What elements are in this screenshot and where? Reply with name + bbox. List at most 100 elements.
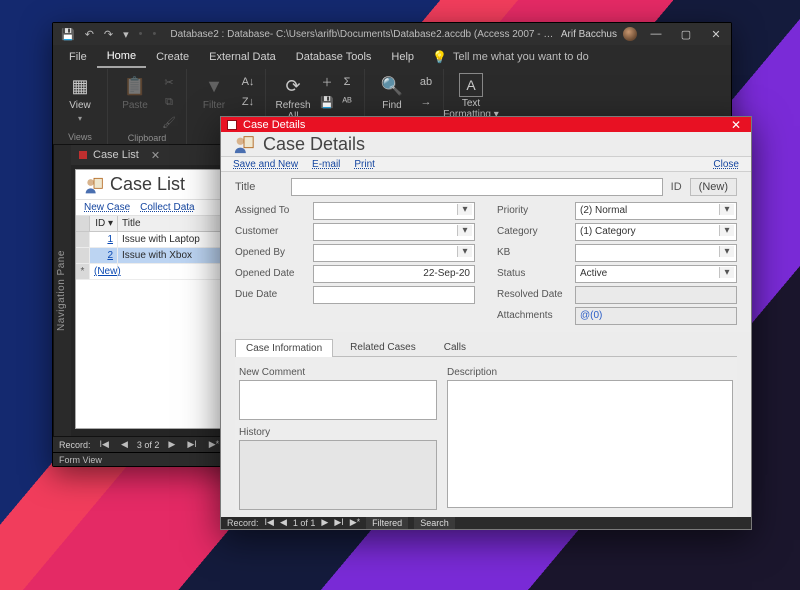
recnav-new-icon[interactable]: ▶*	[350, 517, 360, 528]
link-email[interactable]: E-mail	[312, 159, 340, 170]
table-row[interactable]: 1 Issue with Laptop	[76, 232, 229, 248]
case-details-icon	[233, 133, 255, 155]
link-collect-data[interactable]: Collect Data	[140, 202, 194, 213]
recnav-position: 3 of 2	[137, 440, 160, 450]
case-list-title: Case List	[110, 174, 185, 195]
label-customer: Customer	[235, 226, 313, 237]
recnav-position: 1 of 1	[293, 518, 316, 528]
left-column: Assigned To Customer Opened By Opened Da…	[235, 202, 475, 328]
redo-icon[interactable]: ↷	[104, 28, 113, 41]
maximize-button[interactable]: ▢	[671, 23, 701, 45]
link-close[interactable]: Close	[713, 159, 739, 170]
tab-database-tools[interactable]: Database Tools	[286, 47, 382, 67]
status-combo[interactable]: Active	[575, 265, 737, 283]
titlebar: 💾 ↶ ↷ ▾ • • Database2 : Database- C:\Use…	[53, 23, 731, 45]
details-record-navigator: Record: I◀ ◀ 1 of 1 ▶ ▶I ▶* Filtered Sea…	[221, 517, 751, 529]
label-due-date: Due Date	[235, 289, 313, 300]
link-print[interactable]: Print	[354, 159, 375, 170]
table-row[interactable]: 2 Issue with Xbox	[76, 248, 229, 264]
attachments-field[interactable]: @(0)	[575, 307, 737, 325]
tab-calls[interactable]: Calls	[433, 338, 477, 356]
new-record-icon[interactable]: ＋	[318, 73, 336, 91]
details-close-button[interactable]: ✕	[727, 118, 745, 132]
cut-icon[interactable]: ✂	[160, 73, 178, 91]
paste-button[interactable]: 📋 Paste	[116, 73, 154, 112]
details-titlebar[interactable]: Case Details ✕	[221, 117, 751, 132]
qat-more-icon[interactable]: ▾	[123, 28, 129, 41]
sort-desc-icon[interactable]: Z↓	[239, 93, 257, 111]
tab-home[interactable]: Home	[97, 46, 146, 68]
history-field[interactable]	[239, 440, 437, 510]
label-history: History	[239, 427, 437, 438]
new-comment-field[interactable]	[239, 380, 437, 420]
tell-me-search[interactable]: 💡 Tell me what you want to do	[432, 50, 589, 64]
save-icon[interactable]: 💾	[61, 28, 75, 41]
spelling-icon[interactable]: ᴬᴮ	[338, 93, 356, 111]
table-row-new[interactable]: * (New)	[76, 264, 229, 280]
link-new-case[interactable]: New Case	[84, 202, 130, 213]
col-title[interactable]: Title	[118, 216, 229, 231]
id-value: (New)	[690, 178, 737, 196]
sort-asc-icon[interactable]: A↓	[239, 73, 257, 91]
undo-icon[interactable]: ↶	[85, 28, 94, 41]
close-tab-icon[interactable]: ✕	[151, 149, 160, 162]
search-pill[interactable]: Search	[414, 517, 455, 529]
priority-combo[interactable]: (2) Normal	[575, 202, 737, 220]
assigned-to-combo[interactable]	[313, 202, 475, 220]
resolved-date-field[interactable]	[575, 286, 737, 304]
tab-case-information[interactable]: Case Information	[235, 339, 333, 357]
recnav-first-icon[interactable]: I◀	[265, 517, 274, 528]
close-button[interactable]: ✕	[701, 23, 731, 45]
title-field[interactable]	[291, 178, 663, 196]
tab-create[interactable]: Create	[146, 47, 199, 67]
description-field[interactable]	[447, 380, 733, 508]
right-column: Priority(2) Normal Category(1) Category …	[497, 202, 737, 328]
refresh-all-button[interactable]: ⟳ Refresh All	[274, 73, 312, 122]
text-formatting-button[interactable]: A Text Formatting ▾	[452, 73, 490, 120]
label-opened-by: Opened By	[235, 247, 313, 258]
navigation-pane-toggle[interactable]: Navigation Pane	[53, 145, 71, 436]
filtered-pill[interactable]: Filtered	[366, 517, 408, 529]
label-attachments: Attachments	[497, 310, 575, 321]
tab-help[interactable]: Help	[381, 47, 424, 67]
recnav-label: Record:	[227, 518, 259, 528]
link-save-and-new[interactable]: Save and New	[233, 159, 298, 170]
tab-external-data[interactable]: External Data	[199, 47, 286, 67]
opened-by-combo[interactable]	[313, 244, 475, 262]
recnav-next-icon[interactable]: ▶	[165, 439, 178, 450]
copy-icon[interactable]: ⧉	[160, 93, 178, 111]
case-list-icon	[84, 175, 104, 195]
user-chip[interactable]: Arif Bacchus	[561, 27, 641, 41]
recnav-first-icon[interactable]: I◀	[97, 439, 112, 450]
label-kb: KB	[497, 247, 575, 258]
filter-icon: ▼	[201, 73, 227, 99]
kb-combo[interactable]	[575, 244, 737, 262]
tell-me-label: Tell me what you want to do	[453, 51, 589, 63]
tab-related-cases[interactable]: Related Cases	[339, 338, 427, 356]
recnav-prev-icon[interactable]: ◀	[280, 517, 287, 528]
details-header: Case Details	[221, 132, 751, 156]
ribbon-tabs: File Home Create External Data Database …	[53, 45, 731, 69]
save-record-icon[interactable]: 💾	[318, 93, 336, 111]
goto-icon[interactable]: →	[417, 93, 435, 111]
label-opened-date: Opened Date	[235, 268, 313, 279]
replace-icon[interactable]: ab	[417, 73, 435, 91]
quick-access-toolbar: 💾 ↶ ↷ ▾ • •	[53, 28, 164, 41]
minimize-button[interactable]: —	[641, 23, 671, 45]
customer-combo[interactable]	[313, 223, 475, 241]
due-date-field[interactable]	[313, 286, 475, 304]
tab-file[interactable]: File	[59, 47, 97, 67]
totals-icon[interactable]: Σ	[338, 73, 356, 91]
format-painter-icon[interactable]: 🖌	[160, 113, 178, 131]
opened-date-field[interactable]: 22-Sep-20	[313, 265, 475, 283]
find-button[interactable]: 🔍 Find	[373, 73, 411, 112]
category-combo[interactable]: (1) Category	[575, 223, 737, 241]
col-id[interactable]: ID ▾	[90, 216, 118, 231]
recnav-last-icon[interactable]: ▶I	[334, 517, 343, 528]
recnav-next-icon[interactable]: ▶	[321, 517, 328, 528]
recnav-prev-icon[interactable]: ◀	[118, 439, 131, 450]
form-icon	[227, 120, 237, 130]
filter-button[interactable]: ▼ Filter	[195, 73, 233, 112]
recnav-last-icon[interactable]: ▶I	[184, 439, 199, 450]
view-button[interactable]: ▦ View ▾	[61, 73, 99, 123]
